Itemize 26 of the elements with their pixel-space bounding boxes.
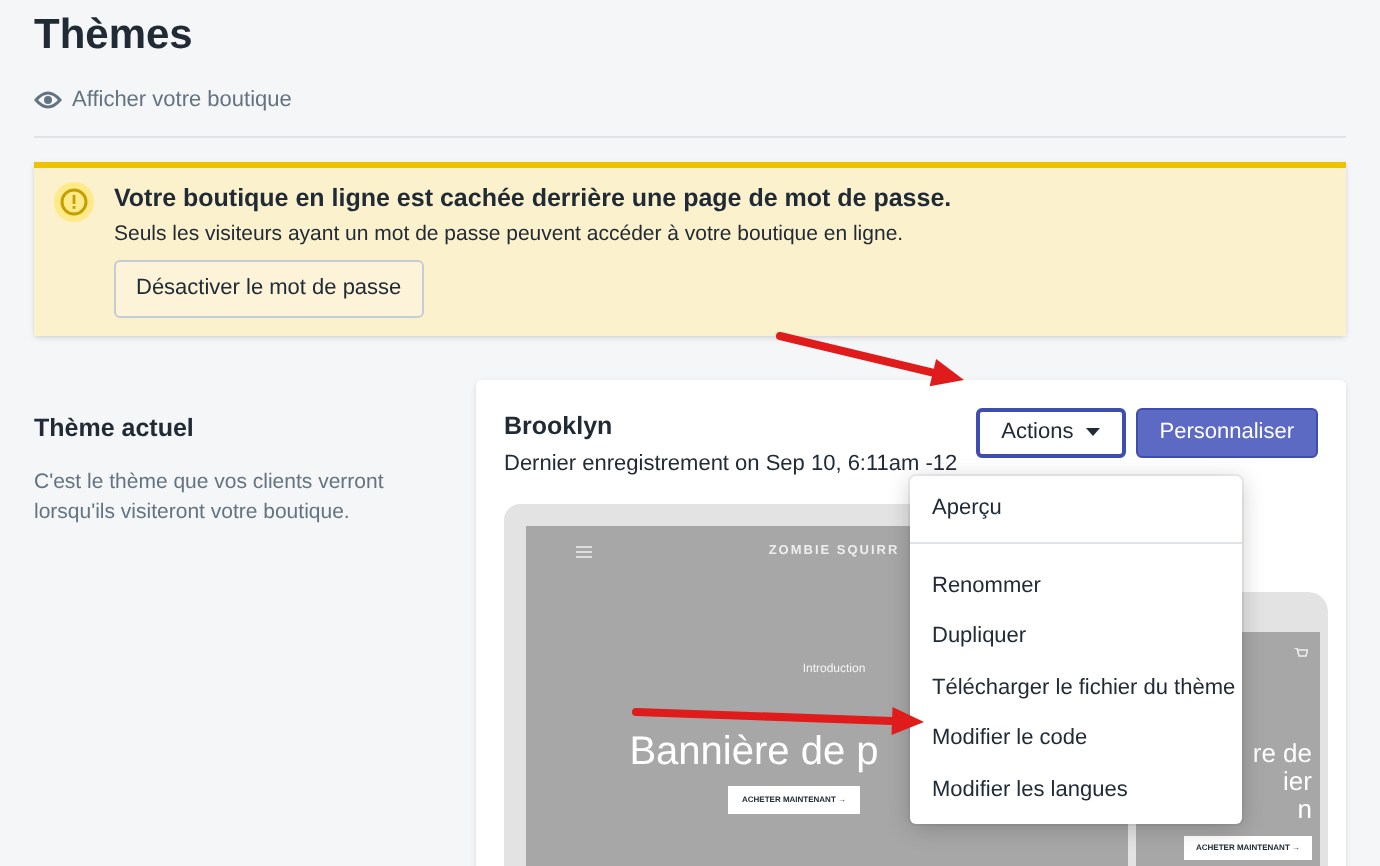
menu-item[interactable]: Modifier les langues	[910, 764, 1242, 816]
menu-icon	[576, 546, 592, 558]
banner-title: Votre boutique en ligne est cachée derrière une page de mot de passe.	[114, 181, 952, 213]
cart-icon	[1294, 648, 1308, 660]
section-title: Thème actuel	[34, 411, 196, 446]
last-saved-text: Dernier enregistrement on Sep 10, 6:11am -12	[504, 449, 958, 479]
preview-heading: Bannière de p	[629, 729, 879, 774]
menu-item[interactable]: Modifier le code	[910, 713, 1242, 765]
menu-item[interactable]: Renommer	[910, 560, 1242, 612]
page-title: Thèmes	[34, 12, 195, 60]
actions-button[interactable]: Actions	[975, 407, 1126, 458]
warning-icon	[54, 181, 94, 221]
banner-text: Seuls les visiteurs ayant un mot de passe peuvent accéder à votre boutique en ligne.	[114, 219, 906, 249]
menu-item[interactable]: Aperçu	[910, 483, 1242, 535]
theme-name: Brooklyn	[504, 409, 615, 444]
preview-heading-line: ier	[1283, 768, 1312, 796]
preview-heading-line: n	[1297, 796, 1312, 824]
customize-button[interactable]: Personnaliser	[1135, 407, 1318, 458]
disable-password-button[interactable]: Désactiver le mot de passe	[114, 260, 424, 318]
view-store-link[interactable]: Afficher votre boutique	[72, 84, 292, 117]
menu-item[interactable]: Télécharger le fichier du thème	[910, 662, 1242, 714]
preview-heading-line: re de	[1252, 740, 1312, 768]
eye-icon	[34, 90, 62, 111]
menu-item[interactable]: Dupliquer	[910, 611, 1242, 663]
section-description: C'est le thème que vos clients verront lorsqu'ils visiteront votre boutique.	[34, 467, 386, 527]
caret-icon	[1085, 428, 1100, 437]
